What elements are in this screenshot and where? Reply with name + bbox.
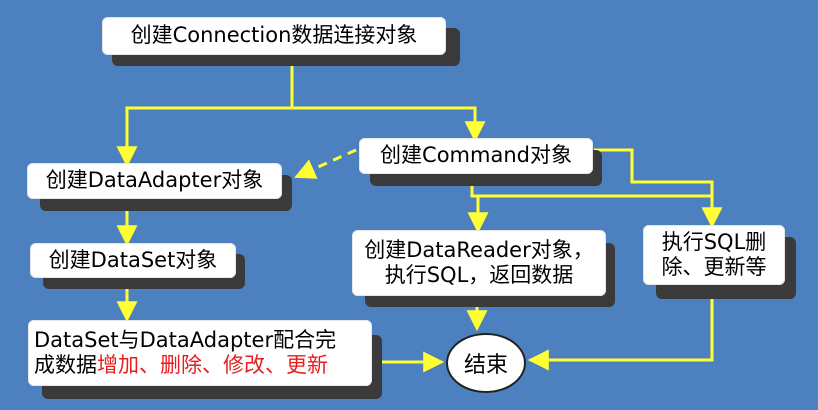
arrow-command-to-execsql xyxy=(594,148,723,229)
node-create-connection-label: 创建Connection数据连接对象 xyxy=(102,17,446,55)
node-create-command-label: 创建Command对象 xyxy=(359,138,593,174)
node-create-datareader-line1: 创建DataReader对象， xyxy=(364,237,594,262)
node-dataset-combine-line2: 成数据增加、删除、修改、更新 xyxy=(34,353,328,378)
node-create-datareader-box: 创建DataReader对象， 执行SQL，返回数据 xyxy=(352,230,606,296)
arrow-connection-to-dataadapter xyxy=(116,55,294,168)
flowchart: 创建Connection数据连接对象 创建Command对象 创建DataAda… xyxy=(0,0,818,410)
node-exec-sql-box: 执行SQL删 除、更新等 xyxy=(643,225,785,285)
arrow-connection-to-command xyxy=(292,106,486,143)
node-end-label: 结束 xyxy=(463,353,508,378)
arrow-command-to-dataadapter-dashed xyxy=(294,148,357,179)
node-dataset-combine-prefix: 成数据 xyxy=(34,353,97,377)
node-create-dataadapter-label: 创建DataAdapter对象 xyxy=(27,163,282,199)
node-create-datareader-line2: 执行SQL，返回数据 xyxy=(384,263,574,287)
node-exec-sql-line2: 除、更新等 xyxy=(661,255,767,279)
node-create-dataset-label: 创建DataSet对象 xyxy=(30,243,236,278)
node-exec-sql-line1: 执行SQL删 xyxy=(661,229,767,254)
node-dataset-combine-ops: 增加、删除、修改、更新 xyxy=(97,353,328,377)
node-dataset-combine-line1: DataSet与DataAdapter配合完 xyxy=(34,327,337,352)
node-dataset-combine-box: DataSet与DataAdapter配合完 成数据增加、删除、修改、更新 xyxy=(28,320,372,386)
node-end: 结束 xyxy=(446,333,526,393)
